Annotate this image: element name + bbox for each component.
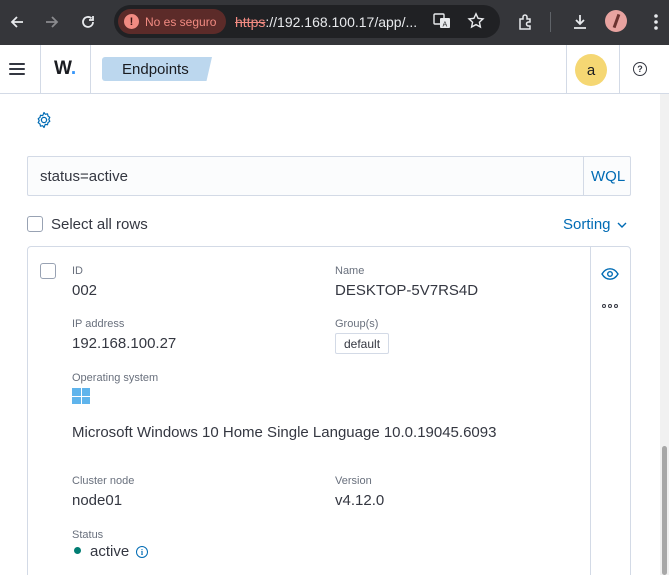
back-arrow-icon[interactable] xyxy=(3,8,31,36)
url-path: ://192.168.100.17/app/... xyxy=(265,14,418,30)
svg-text:A: A xyxy=(443,21,448,29)
profile-avatar[interactable] xyxy=(605,10,627,32)
menu-icon[interactable] xyxy=(9,63,25,75)
header-divider xyxy=(90,45,91,93)
select-all-checkbox[interactable] xyxy=(27,216,43,232)
scrollbar-thumb[interactable] xyxy=(662,446,667,575)
status-value: active xyxy=(90,543,130,560)
row-checkbox[interactable] xyxy=(40,263,56,279)
url-text[interactable]: https://192.168.100.17/app/... xyxy=(235,14,417,30)
more-actions-icon[interactable] xyxy=(602,304,618,308)
warning-icon: ! xyxy=(124,14,139,29)
kebab-menu-icon[interactable] xyxy=(642,8,669,36)
app-logo[interactable]: W. xyxy=(54,58,76,80)
wql-button[interactable]: WQL xyxy=(591,168,625,185)
name-value: DESKTOP-5V7RS4D xyxy=(335,282,479,299)
ip-value: 192.168.100.27 xyxy=(72,335,177,352)
header-divider xyxy=(566,45,567,93)
security-chip-label: No es seguro xyxy=(145,14,217,29)
address-bar[interactable]: ! No es seguro https://192.168.100.17/ap… xyxy=(114,5,500,38)
version-label: Version xyxy=(335,475,372,487)
help-icon[interactable]: ? xyxy=(633,62,647,76)
windows-icon xyxy=(72,388,90,404)
cluster-value: node01 xyxy=(72,492,123,509)
gear-icon[interactable] xyxy=(35,111,53,129)
translate-icon[interactable]: A xyxy=(432,11,452,31)
groups-label: Group(s) xyxy=(335,318,379,330)
eye-icon[interactable] xyxy=(601,267,619,281)
group-badge[interactable]: default xyxy=(335,333,390,354)
search-bar: status=active WQL xyxy=(27,156,631,196)
header-divider xyxy=(40,45,41,93)
download-icon[interactable] xyxy=(566,8,594,36)
sorting-label: Sorting xyxy=(563,216,611,233)
select-all-label[interactable]: Select all rows xyxy=(51,216,148,233)
reload-icon[interactable] xyxy=(74,8,102,36)
extensions-icon[interactable] xyxy=(512,8,540,36)
os-value: Microsoft Windows 10 Home Single Languag… xyxy=(72,424,497,441)
breadcrumb-label: Endpoints xyxy=(122,61,189,78)
info-icon[interactable]: i xyxy=(136,546,148,558)
security-chip[interactable]: ! No es seguro xyxy=(118,9,226,34)
ip-label: IP address xyxy=(72,318,125,330)
cluster-label: Cluster node xyxy=(72,475,135,487)
agent-card xyxy=(27,246,631,575)
search-input[interactable]: status=active xyxy=(40,168,128,185)
status-dot xyxy=(74,547,81,554)
user-avatar[interactable]: a xyxy=(575,54,607,86)
app-header: W. Endpoints xyxy=(0,45,669,94)
os-label: Operating system xyxy=(72,372,159,384)
browser-toolbar: ! No es seguro https://192.168.100.17/ap… xyxy=(0,0,669,45)
status-label: Status xyxy=(72,529,104,541)
forward-arrow-icon[interactable] xyxy=(38,8,66,36)
name-label: Name xyxy=(335,265,365,277)
card-divider xyxy=(590,247,591,575)
id-value: 002 xyxy=(72,282,98,299)
chevron-down-icon xyxy=(617,222,627,228)
id-label: ID xyxy=(72,265,83,277)
header-divider xyxy=(619,45,620,93)
toolbar-divider xyxy=(550,12,551,32)
search-divider xyxy=(583,157,584,195)
url-scheme: https xyxy=(235,14,266,30)
sorting-button[interactable]: Sorting xyxy=(563,216,627,233)
star-icon[interactable] xyxy=(466,11,486,31)
version-value: v4.12.0 xyxy=(335,492,385,509)
